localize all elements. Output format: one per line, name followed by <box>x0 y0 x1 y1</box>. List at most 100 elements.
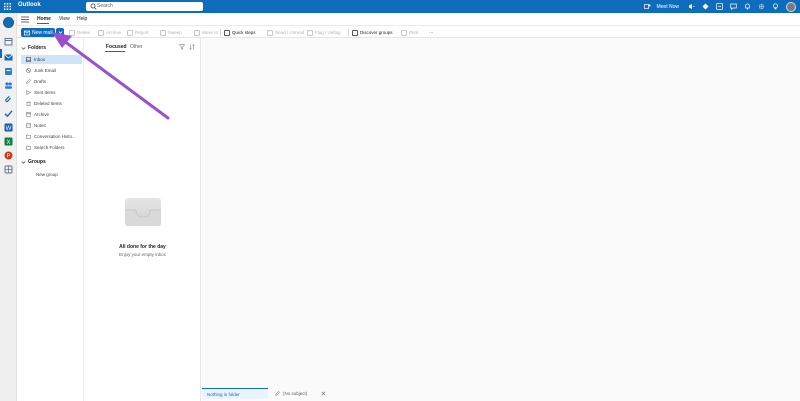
outlook-window: Outlook Search Meet Now W X P Home View … <box>0 0 800 401</box>
empty-inbox-illustration <box>125 198 161 226</box>
delete-button[interactable]: Delete <box>69 29 90 36</box>
folder-deleted-items[interactable]: Deleted Items <box>21 99 82 108</box>
report-button[interactable]: Report <box>127 29 149 36</box>
draft-label: (No subject) <box>283 391 308 396</box>
message-list: Focused Other All done for the day Enjoy… <box>84 38 201 401</box>
folder-label: Deleted Items <box>34 101 62 106</box>
app-launcher-icon[interactable] <box>4 3 11 10</box>
folders-label: Folders <box>28 45 47 51</box>
nothing-in-folder-tab[interactable]: Nothing in folder <box>202 388 268 399</box>
printer-icon <box>401 29 407 36</box>
read-unread-label: Read / Unread <box>275 30 305 35</box>
title-bar: Outlook Search Meet Now <box>0 0 800 13</box>
groups-label: Groups <box>28 159 46 165</box>
envelope-open-icon <box>267 29 273 36</box>
bell-icon[interactable] <box>740 1 754 12</box>
empty-state-subtitle: Enjoy your empty inbox <box>119 252 166 257</box>
folders-header[interactable]: Folders <box>21 45 46 51</box>
more-options-button[interactable]: ··· <box>429 29 434 36</box>
discover-groups-button[interactable]: Discover groups <box>352 29 393 36</box>
folder-label: Inbox <box>34 57 46 62</box>
folder-label: Drafts <box>34 79 47 84</box>
tab-help[interactable]: Help <box>77 16 87 22</box>
teams-icon[interactable] <box>640 1 654 12</box>
folder-label: Conversation Histo... <box>34 134 76 139</box>
folder-sent-items[interactable]: Sent Items <box>21 88 82 97</box>
flag-button[interactable]: Flag / Unflag <box>307 29 341 36</box>
archive-button[interactable]: Archive <box>98 29 121 36</box>
pencil-icon <box>26 79 31 84</box>
filter-icon[interactable] <box>179 44 185 50</box>
folder-label: Notes <box>34 123 46 128</box>
archive-label: Archive <box>106 30 122 35</box>
groups-icon[interactable] <box>4 77 13 89</box>
rail-active-indicator <box>0 49 2 58</box>
word-icon[interactable]: W <box>4 119 13 132</box>
folder-drafts[interactable]: Drafts <box>21 77 82 86</box>
trash-icon <box>69 29 75 36</box>
move-to-button[interactable]: Move to <box>194 29 218 36</box>
search-icon <box>90 3 97 10</box>
folder-icon <box>26 134 31 139</box>
folder-notes[interactable]: Notes <box>21 121 82 130</box>
folder-search-folders[interactable]: Search Folders <box>21 143 82 152</box>
lightning-icon <box>224 29 230 36</box>
move-to-label: Move to <box>202 30 219 35</box>
excel-icon[interactable]: X <box>4 133 13 146</box>
compose-icon <box>24 30 30 35</box>
folder-pane: Folders Inbox Junk Email Drafts Sent Ite… <box>17 38 84 401</box>
new-mail-button[interactable]: New mail <box>21 28 55 37</box>
folder-inbox[interactable]: Inbox <box>21 55 82 64</box>
folder-junk-email[interactable]: Junk Email <box>21 66 82 75</box>
todo-icon[interactable] <box>4 105 13 118</box>
sort-icon[interactable] <box>189 44 195 50</box>
groups-header[interactable]: Groups <box>21 159 46 165</box>
archive-icon <box>98 29 104 36</box>
search-box[interactable]: Search <box>86 2 203 11</box>
chat-icon[interactable] <box>726 1 740 12</box>
junk-icon <box>26 68 31 73</box>
tab-home[interactable]: Home <box>37 16 51 22</box>
megaphone-icon[interactable] <box>684 1 698 12</box>
new-mail-dropdown[interactable] <box>56 28 64 37</box>
print-label: Print <box>409 30 419 35</box>
svg-text:X: X <box>6 140 10 146</box>
tab-view[interactable]: View <box>59 16 70 22</box>
attachment-icon[interactable] <box>4 91 13 103</box>
active-tab-indicator <box>105 51 125 52</box>
folder-conversation-history[interactable]: Conversation Histo... <box>21 132 82 141</box>
empty-state-title: All done for the day <box>119 244 166 250</box>
tab-other[interactable]: Other <box>130 44 143 50</box>
draft-tab[interactable]: (No subject) <box>270 388 332 399</box>
print-button[interactable]: Print <box>401 29 418 36</box>
powerpoint-icon[interactable]: P <box>4 147 13 160</box>
title-actions: Meet Now <box>640 1 796 12</box>
quick-steps-button[interactable]: Quick steps <box>224 29 256 36</box>
lightbulb-icon[interactable] <box>768 1 782 12</box>
tab-focused[interactable]: Focused <box>106 44 127 50</box>
note-icon <box>26 123 31 128</box>
calendar-icon[interactable] <box>4 33 13 46</box>
new-mail-label: New mail <box>32 29 53 36</box>
read-unread-button[interactable]: Read / Unread <box>267 29 304 36</box>
flag-label: Flag / Unflag <box>315 30 341 35</box>
folder-archive[interactable]: Archive <box>21 110 82 119</box>
translate-icon[interactable] <box>712 1 726 12</box>
reading-pane <box>202 38 800 401</box>
search-input[interactable]: Search <box>97 3 113 9</box>
gear-icon[interactable] <box>754 1 768 12</box>
sweep-button[interactable]: Sweep <box>160 29 182 36</box>
close-icon[interactable] <box>321 391 326 396</box>
account-avatar[interactable] <box>3 17 14 28</box>
app-name[interactable]: Outlook <box>18 2 41 8</box>
meet-now-button[interactable]: Meet Now <box>654 4 684 10</box>
mail-icon[interactable] <box>4 49 13 61</box>
more-apps-icon[interactable] <box>4 161 13 174</box>
new-group-link[interactable]: New group <box>36 172 58 177</box>
people-icon[interactable] <box>4 63 13 75</box>
ellipsis-icon: ··· <box>429 30 434 35</box>
avatar[interactable] <box>786 1 796 12</box>
report-label: Report <box>135 30 149 35</box>
hamburger-icon[interactable] <box>21 16 29 23</box>
diamond-icon[interactable] <box>698 1 712 12</box>
